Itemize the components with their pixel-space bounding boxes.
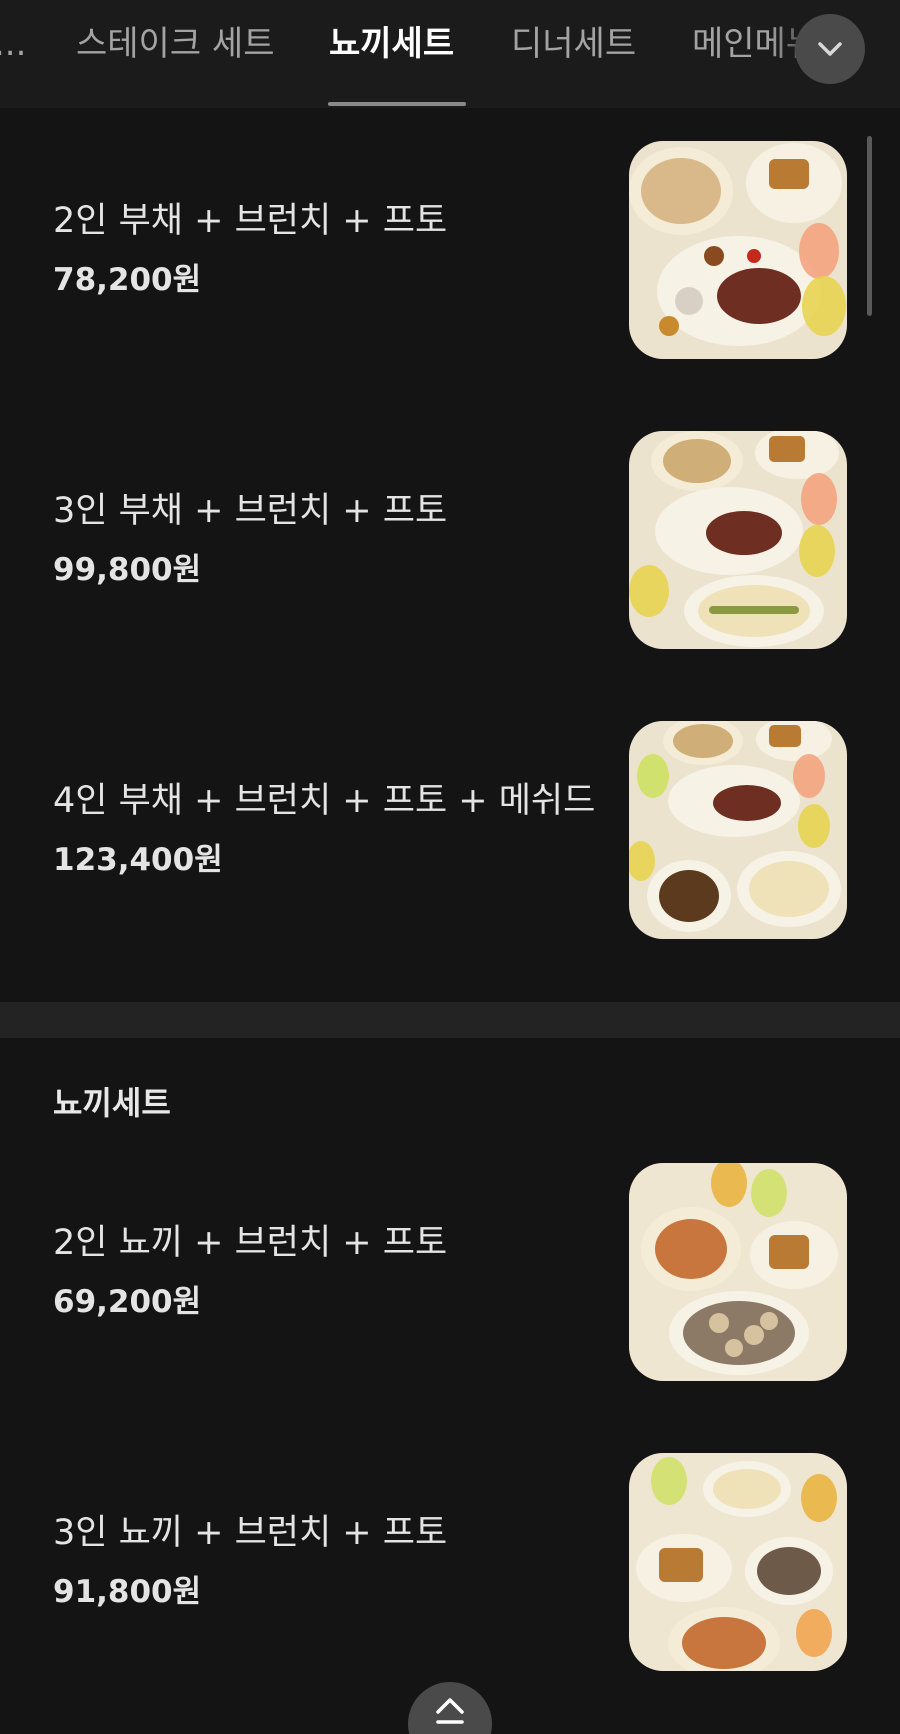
chevron-down-icon bbox=[818, 42, 842, 56]
category-dropdown-button[interactable] bbox=[795, 14, 865, 84]
menu-item-name: 3인 부채 + 브런치 + 프토 bbox=[53, 491, 448, 531]
menu-page: ... 스테이크 세트 뇨끼세트 디너세트 메인메뉴 2인 부채 + 브런치 +… bbox=[0, 0, 900, 1734]
menu-item-price: 99,800원 bbox=[53, 552, 202, 588]
menu-item-name: 2인 뇨끼 + 브런치 + 프토 bbox=[53, 1223, 448, 1263]
menu-item-price: 69,200원 bbox=[53, 1284, 202, 1320]
section-divider bbox=[0, 1002, 900, 1038]
menu-item-price: 91,800원 bbox=[53, 1574, 202, 1610]
menu-item[interactable]: 4인 부채 + 브런치 + 프토 + 메쉬드 123,400원 bbox=[0, 688, 900, 958]
category-tab-bar: ... 스테이크 세트 뇨끼세트 디너세트 메인메뉴 bbox=[0, 0, 900, 108]
tab-dinner-set[interactable]: 디너세트 bbox=[511, 20, 636, 68]
menu-item[interactable]: 2인 뇨끼 + 브런치 + 프토 69,200원 bbox=[0, 1130, 900, 1400]
menu-item[interactable]: 3인 뇨끼 + 브런치 + 프토 91,800원 bbox=[0, 1420, 900, 1690]
tab-previous-overflow[interactable]: ... bbox=[0, 20, 26, 68]
food-photo bbox=[629, 1453, 847, 1671]
menu-item-name: 2인 부채 + 브런치 + 프토 bbox=[53, 201, 448, 241]
menu-item-price: 78,200원 bbox=[53, 262, 202, 298]
menu-item-name: 4인 부채 + 브런치 + 프토 + 메쉬드 bbox=[53, 781, 596, 821]
food-photo bbox=[629, 721, 847, 939]
menu-item[interactable]: 2인 부채 + 브런치 + 프토 78,200원 bbox=[0, 108, 900, 378]
double-chevron-up-icon bbox=[436, 1698, 464, 1724]
food-photo bbox=[629, 1163, 847, 1381]
menu-item-price: 123,400원 bbox=[53, 842, 223, 878]
food-photo bbox=[629, 141, 847, 359]
food-photo bbox=[629, 431, 847, 649]
section-title: 뇨끼세트 bbox=[53, 1084, 171, 1122]
active-tab-indicator bbox=[328, 102, 466, 106]
menu-item-name: 3인 뇨끼 + 브런치 + 프토 bbox=[53, 1513, 448, 1553]
tab-steak-set[interactable]: 스테이크 세트 bbox=[76, 20, 275, 68]
tab-gnocchi-set[interactable]: 뇨끼세트 bbox=[329, 20, 454, 68]
menu-item[interactable]: 3인 부채 + 브런치 + 프토 99,800원 bbox=[0, 398, 900, 668]
